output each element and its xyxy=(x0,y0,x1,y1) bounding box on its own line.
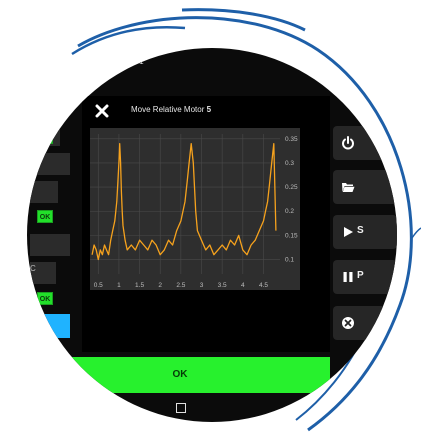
side-button-pause-label: P xyxy=(357,270,364,281)
dialog-motor-number: 5 xyxy=(206,105,212,114)
ok-badge-2: OK xyxy=(37,210,53,223)
y-tick-label-3: 0.2 xyxy=(285,208,294,215)
x-tick-label-8: 4.5 xyxy=(259,282,268,289)
x-tick-label-2: 1.5 xyxy=(135,282,144,289)
x-tick-label-0: 0.5 xyxy=(94,282,103,289)
play-icon xyxy=(344,227,353,237)
side-button-open[interactable] xyxy=(333,170,397,204)
side-button-start-label: S xyxy=(357,225,364,236)
y-tick-label-4: 0.15 xyxy=(285,232,298,239)
side-button-power[interactable] xyxy=(333,126,397,160)
left-row-3[interactable] xyxy=(30,181,58,203)
left-row-4[interactable] xyxy=(30,234,70,256)
x-tick-label-5: 3 xyxy=(200,282,204,289)
y-tick-label-5: 0.1 xyxy=(285,257,294,264)
close-icon[interactable] xyxy=(95,104,109,118)
ok-button[interactable]: OK xyxy=(30,357,330,393)
motor-chart: 0.5 1 1.5 2 2.5 3 3.5 4 4.5 0.35 0.3 0.25 0.2 0.15 0.1 xyxy=(90,128,300,290)
side-button-start[interactable]: S xyxy=(333,215,397,249)
x-tick-label-3: 2 xyxy=(158,282,162,289)
left-blue-button[interactable] xyxy=(30,314,70,338)
background-title: on 1 xyxy=(128,57,144,66)
y-tick-label-0: 0.35 xyxy=(285,136,298,143)
dialog-title-text: Move Relative Motor xyxy=(131,105,205,114)
side-button-pause[interactable]: P xyxy=(333,260,397,294)
pause-icon xyxy=(343,272,353,282)
left-row-2[interactable] xyxy=(30,153,70,175)
y-tick-label-1: 0.3 xyxy=(285,160,294,167)
power-icon xyxy=(342,136,354,150)
device-screen: on 1 OK OK C OK Move Relative Motor 5 0.… xyxy=(27,48,397,422)
ok-badge-3: OK xyxy=(37,292,53,305)
x-tick-label-4: 2.5 xyxy=(176,282,185,289)
device-lens: on 1 OK OK C OK Move Relative Motor 5 0.… xyxy=(27,48,397,422)
folder-open-icon xyxy=(342,183,355,192)
frame-arc-top xyxy=(181,8,306,32)
x-tick-label-1: 1 xyxy=(117,282,121,289)
x-tick-label-6: 3.5 xyxy=(218,282,227,289)
frame-arc-right-tick xyxy=(411,227,421,239)
close-circle-icon xyxy=(342,317,354,329)
nav-recents-icon[interactable] xyxy=(176,403,186,413)
y-tick-label-2: 0.25 xyxy=(285,184,298,191)
left-row-label: C xyxy=(30,264,36,273)
side-button-close[interactable] xyxy=(333,306,397,340)
dialog-title: Move Relative Motor 5 xyxy=(131,105,211,114)
ok-badge-1: OK xyxy=(37,131,53,144)
x-tick-label-7: 4 xyxy=(241,282,245,289)
